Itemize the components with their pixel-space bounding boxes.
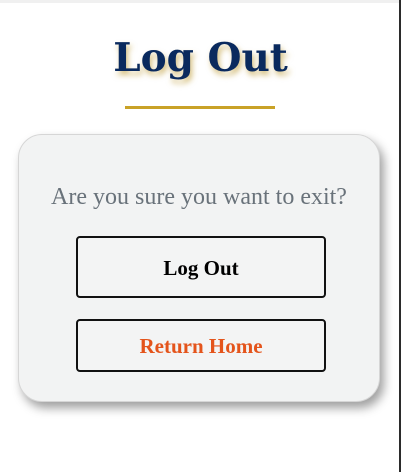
title-divider xyxy=(125,106,275,109)
window-top-edge xyxy=(0,0,401,3)
log-out-button[interactable]: Log Out xyxy=(76,236,326,298)
return-home-button[interactable]: Return Home xyxy=(76,319,326,372)
confirm-prompt: Are you sure you want to exit? xyxy=(51,184,347,210)
logout-dialog-card: Are you sure you want to exit? Log Out R… xyxy=(18,134,380,402)
page-title: Log Out xyxy=(113,35,288,81)
